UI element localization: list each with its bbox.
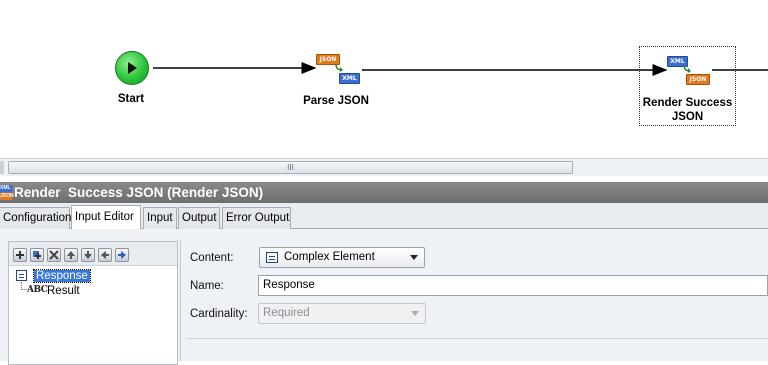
panel-splitter[interactable] — [180, 239, 181, 361]
tab-configuration[interactable]: Configuration — [0, 207, 71, 229]
json-tag-icon: JSON — [686, 74, 710, 85]
tree-item-label: Response — [33, 269, 91, 283]
parse-json-node-label: Parse JSON — [303, 95, 369, 107]
name-field[interactable]: Response — [258, 275, 768, 296]
input-editor-content: Response ABC Result Content: Complex Ele… — [0, 229, 768, 365]
canvas-horizontal-scrollbar[interactable]: III — [0, 158, 768, 176]
render-json-node-label-line1: Render Success — [642, 97, 733, 109]
panel-title: Render Success JSON (Render JSON) — [14, 185, 264, 200]
scrollbar-grip: III — [287, 163, 294, 172]
xml-tag-icon: XML — [0, 185, 12, 192]
delete-icon[interactable] — [47, 248, 61, 262]
tab-bar: Configuration Input Editor Input Output … — [0, 203, 768, 230]
xml-tag-icon: XML — [339, 73, 360, 84]
tree-item-label: Result — [47, 285, 80, 297]
cardinality-label: Cardinality: — [190, 308, 248, 320]
play-icon — [128, 62, 137, 74]
scrollbar-thumb[interactable]: III — [8, 161, 573, 174]
abc-string-icon: ABC — [27, 285, 48, 295]
process-canvas[interactable]: Start JSON XML Parse JSON XML JSON Rende… — [0, 0, 768, 158]
schema-tree-panel: Response ABC Result — [8, 241, 178, 365]
complex-element-icon — [266, 252, 278, 263]
content-select-value: Complex Element — [284, 251, 375, 263]
add-icon[interactable] — [13, 248, 27, 262]
chevron-down-icon — [411, 311, 419, 316]
tab-input[interactable]: Input — [143, 207, 177, 229]
cardinality-select[interactable]: Required — [258, 303, 426, 324]
tree-toolbar — [9, 242, 177, 266]
cardinality-select-value: Required — [263, 307, 310, 319]
content-label: Content: — [190, 252, 234, 264]
tab-error-output[interactable]: Error Output — [222, 207, 291, 229]
tab-input-editor[interactable]: Input Editor — [71, 205, 141, 230]
tab-output[interactable]: Output — [178, 207, 220, 229]
start-node-icon[interactable] — [115, 51, 149, 85]
render-json-icon: XML JSON — [0, 185, 14, 200]
add-child-icon[interactable] — [30, 248, 44, 262]
move-down-icon[interactable] — [81, 248, 95, 262]
complex-element-icon — [16, 270, 27, 281]
form-divider — [186, 338, 768, 339]
json-tag-icon: JSON — [0, 193, 14, 200]
tree-item-result[interactable]: ABC Result — [27, 284, 80, 298]
indent-icon[interactable] — [115, 248, 129, 262]
content-select[interactable]: Complex Element — [259, 247, 425, 268]
move-up-icon[interactable] — [64, 248, 78, 262]
tree-item-response[interactable]: Response — [16, 269, 91, 283]
name-label: Name: — [190, 280, 224, 292]
panel-title-bar: XML JSON Render Success JSON (Render JSO… — [0, 182, 768, 203]
convert-arrow-icon — [335, 63, 343, 72]
convert-arrow-icon — [683, 64, 691, 73]
outdent-icon[interactable] — [98, 248, 112, 262]
scrollbar-edge — [0, 161, 4, 174]
render-json-node-label-line2: JSON — [671, 111, 704, 123]
chevron-down-icon — [410, 255, 418, 260]
start-node-label: Start — [117, 93, 145, 105]
